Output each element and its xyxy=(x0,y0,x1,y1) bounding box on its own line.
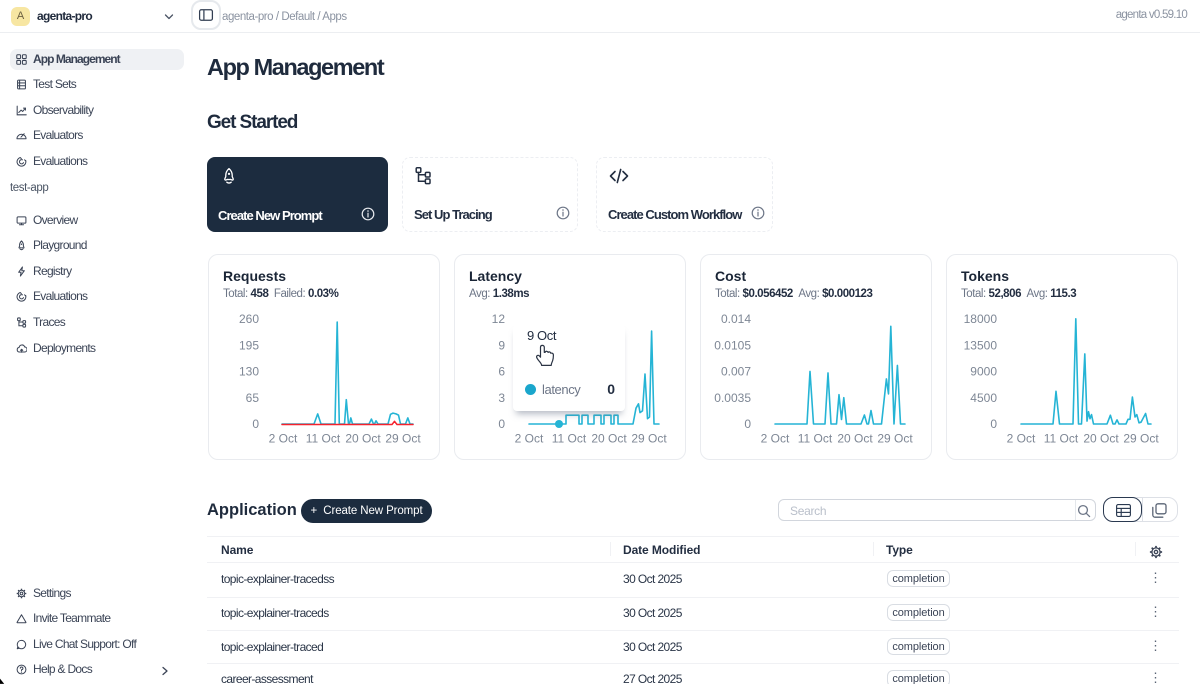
svg-text:20 Oct: 20 Oct xyxy=(591,432,627,446)
svg-text:2 Oct: 2 Oct xyxy=(1007,432,1036,446)
svg-text:13500: 13500 xyxy=(964,338,998,352)
svg-text:9: 9 xyxy=(498,338,505,352)
svg-text:4500: 4500 xyxy=(970,391,997,405)
svg-text:0: 0 xyxy=(498,417,505,431)
svg-text:11 Oct: 11 Oct xyxy=(552,432,587,446)
svg-text:12: 12 xyxy=(492,312,506,326)
svg-text:29 Oct: 29 Oct xyxy=(631,432,667,446)
svg-text:18000: 18000 xyxy=(964,312,998,326)
svg-text:0: 0 xyxy=(252,417,259,431)
svg-text:11 Oct: 11 Oct xyxy=(306,432,341,446)
svg-text:0.0105: 0.0105 xyxy=(714,338,751,352)
svg-text:195: 195 xyxy=(239,338,259,352)
svg-text:0: 0 xyxy=(990,417,997,431)
svg-text:29 Oct: 29 Oct xyxy=(877,432,913,446)
svg-text:0: 0 xyxy=(744,417,751,431)
svg-text:2 Oct: 2 Oct xyxy=(761,432,790,446)
svg-text:0.007: 0.007 xyxy=(721,365,751,379)
svg-text:20 Oct: 20 Oct xyxy=(345,432,381,446)
svg-text:29 Oct: 29 Oct xyxy=(1123,432,1159,446)
svg-text:0.0035: 0.0035 xyxy=(714,391,751,405)
svg-text:11 Oct: 11 Oct xyxy=(1044,432,1079,446)
svg-text:130: 130 xyxy=(239,365,259,379)
svg-text:2 Oct: 2 Oct xyxy=(269,432,298,446)
svg-text:260: 260 xyxy=(239,312,259,326)
svg-text:6: 6 xyxy=(498,365,505,379)
svg-text:3: 3 xyxy=(498,391,505,405)
svg-text:9000: 9000 xyxy=(970,365,997,379)
svg-text:65: 65 xyxy=(246,391,260,405)
svg-text:2 Oct: 2 Oct xyxy=(515,432,544,446)
svg-text:29 Oct: 29 Oct xyxy=(385,432,421,446)
svg-text:20 Oct: 20 Oct xyxy=(1083,432,1119,446)
svg-text:11 Oct: 11 Oct xyxy=(798,432,833,446)
svg-text:0.014: 0.014 xyxy=(721,312,751,326)
svg-text:20 Oct: 20 Oct xyxy=(837,432,873,446)
